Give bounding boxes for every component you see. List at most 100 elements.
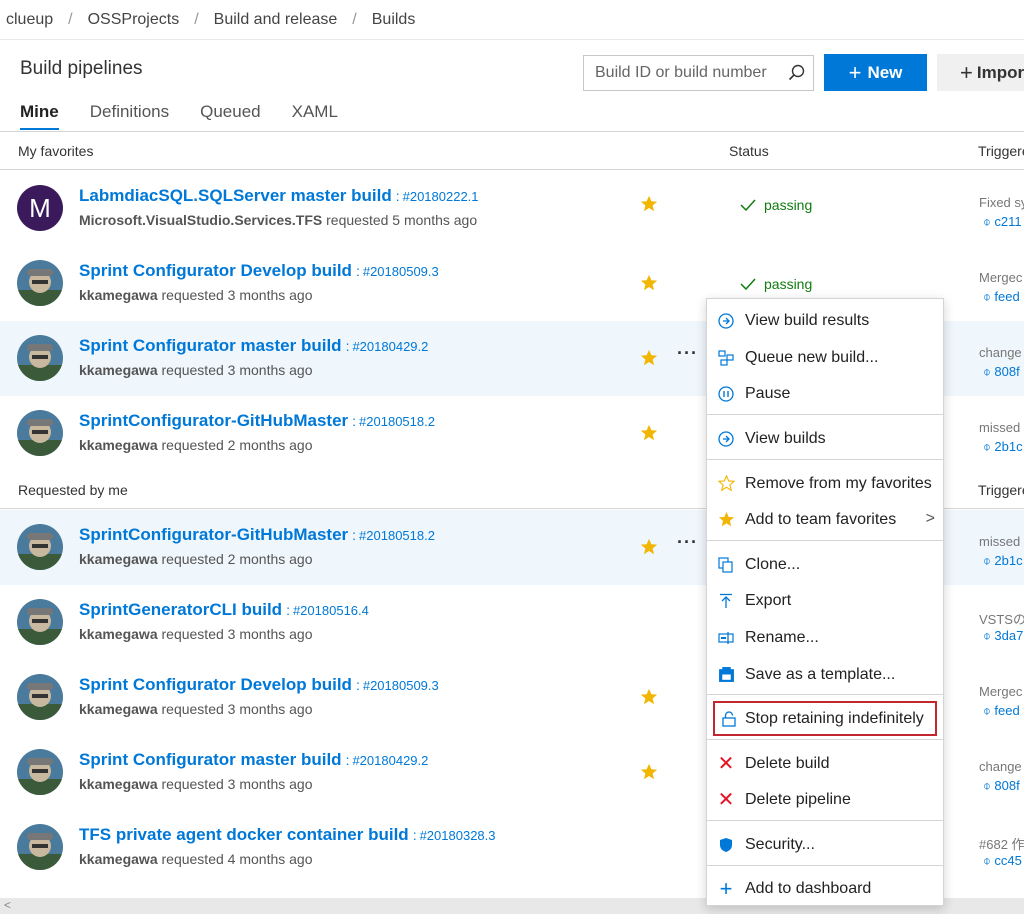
build-number-link[interactable]: #20180509.3 (363, 678, 439, 693)
menu-item-security[interactable]: Security... (707, 826, 943, 863)
import-button[interactable]: + Impor (937, 54, 1024, 91)
menu-item-remove-from-favorites[interactable]: Remove from my favorites (707, 465, 943, 502)
commit-link[interactable]: ⌽ c211 (983, 214, 1022, 230)
avatar (17, 335, 63, 381)
build-number-link[interactable]: #20180518.2 (359, 528, 435, 543)
arrow-circle-icon (718, 312, 734, 329)
search-input[interactable] (595, 64, 780, 82)
commit-icon: ⌽ (983, 853, 995, 868)
tab-queued[interactable]: Queued (200, 102, 261, 130)
build-number-link[interactable]: #20180509.3 (363, 264, 439, 279)
scroll-left-arrow-icon[interactable]: < (4, 898, 11, 912)
build-number-link[interactable]: #20180429.2 (352, 339, 428, 354)
colon-separator: : (412, 827, 417, 843)
plus-icon: + (719, 875, 733, 901)
menu-item-label: Rename... (745, 628, 819, 646)
pipeline-row[interactable]: M LabmdiacSQL.SQLServer master build: #20… (0, 171, 1024, 246)
menu-item-add-to-team-favorites[interactable]: Add to team favorites > (707, 501, 943, 538)
requested-by-user: Microsoft.VisualStudio.Services.TFS (79, 212, 323, 228)
menu-item-label: Security... (745, 835, 815, 853)
commit-icon: ⌽ (983, 778, 995, 793)
build-status: passing (740, 197, 812, 213)
requested-by-user: kkamegawa (79, 362, 158, 378)
commit-link[interactable]: ⌽ feed (983, 289, 1020, 305)
commit-link[interactable]: ⌽ feed (983, 703, 1020, 719)
pipeline-name-link[interactable]: SprintConfigurator-GitHubMaster (79, 525, 348, 544)
menu-item-rename[interactable]: Rename... (707, 619, 943, 656)
pipeline-name-link[interactable]: LabmdiacSQL.SQLServer master build (79, 186, 392, 205)
more-actions-button[interactable]: ··· (677, 532, 698, 553)
menu-item-delete-build[interactable]: ✕ Delete build (707, 745, 943, 782)
breadcrumb-item-org[interactable]: clueup (6, 11, 53, 29)
pipeline-name-link[interactable]: SprintConfigurator-GitHubMaster (79, 411, 348, 430)
rename-icon (718, 631, 734, 644)
menu-item-view-build-results[interactable]: View build results (707, 302, 943, 339)
commit-link[interactable]: ⌽ 2b1c (983, 553, 1023, 569)
tab-xaml[interactable]: XAML (292, 102, 338, 130)
menu-item-export[interactable]: Export (707, 582, 943, 619)
menu-item-add-to-dashboard[interactable]: + Add to dashboard (707, 870, 943, 907)
favorite-star-icon[interactable] (640, 195, 658, 213)
commit-link[interactable]: ⌽ cc45 (983, 853, 1022, 869)
requested-by-user: kkamegawa (79, 701, 158, 717)
favorite-star-icon[interactable] (640, 274, 658, 292)
build-number-link[interactable]: #20180429.2 (352, 753, 428, 768)
menu-item-stop-retaining[interactable]: Stop retaining indefinitely (712, 700, 938, 737)
commit-id: 2b1c (994, 439, 1023, 454)
pipeline-name-link[interactable]: Sprint Configurator master build (79, 750, 342, 769)
menu-item-label: Stop retaining indefinitely (745, 709, 924, 727)
menu-item-delete-pipeline[interactable]: ✕ Delete pipeline (707, 781, 943, 818)
build-number-link[interactable]: #20180222.1 (403, 189, 479, 204)
breadcrumb-item-project[interactable]: OSSProjects (88, 11, 180, 29)
menu-item-view-builds[interactable]: View builds (707, 420, 943, 457)
commit-link[interactable]: ⌽ 3da7 (983, 628, 1023, 644)
status-column-header: Status (729, 143, 769, 159)
requested-time: requested 3 months ago (161, 701, 313, 717)
commit-link[interactable]: ⌽ 808f (983, 778, 1020, 794)
menu-item-label: Remove from my favorites (745, 474, 932, 492)
favorite-star-icon[interactable] (640, 424, 658, 442)
favorite-star-icon[interactable] (640, 538, 658, 556)
favorite-star-icon[interactable] (640, 688, 658, 706)
avatar (17, 674, 63, 720)
pipeline-name-link[interactable]: Sprint Configurator Develop build (79, 675, 352, 694)
favorite-star-icon[interactable] (640, 349, 658, 367)
clone-icon (718, 556, 733, 573)
breadcrumb-item-page[interactable]: Builds (372, 11, 416, 29)
menu-item-save-as-template[interactable]: Save as a template... (707, 656, 943, 693)
requested-time: requested 3 months ago (161, 626, 313, 642)
commit-link[interactable]: ⌽ 2b1c (983, 439, 1023, 455)
commit-id: 2b1c (994, 553, 1023, 568)
pipeline-name-link[interactable]: Sprint Configurator master build (79, 336, 342, 355)
menu-item-label: Queue new build... (745, 348, 879, 366)
trigger-reason: VSTSの( (979, 612, 1024, 627)
build-number-link[interactable]: #20180516.4 (293, 603, 369, 618)
requested-time: requested 2 months ago (161, 437, 313, 453)
pipeline-name-link[interactable]: TFS private agent docker container build (79, 825, 409, 844)
favorite-star-icon[interactable] (640, 763, 658, 781)
import-button-label: Impor (976, 62, 1024, 82)
requested-time: requested 2 months ago (161, 551, 313, 567)
pipeline-name-link[interactable]: SprintGeneratorCLI build (79, 600, 282, 619)
colon-separator: : (352, 527, 357, 543)
build-number-link[interactable]: #20180518.2 (359, 414, 435, 429)
menu-item-clone[interactable]: Clone... (707, 546, 943, 583)
context-menu: View build results Queue new build... Pa… (706, 298, 944, 906)
avatar (17, 260, 63, 306)
search-icon[interactable] (787, 63, 807, 83)
menu-item-queue-new-build[interactable]: Queue new build... (707, 339, 943, 376)
tab-mine[interactable]: Mine (20, 102, 59, 130)
tab-definitions[interactable]: Definitions (90, 102, 169, 130)
commit-id: 3da7 (994, 628, 1024, 643)
more-actions-button[interactable]: ··· (677, 343, 698, 364)
trigger-reason: Mergec (979, 684, 1023, 699)
pipeline-name-link[interactable]: Sprint Configurator Develop build (79, 261, 352, 280)
arrow-circle-icon (718, 430, 734, 447)
breadcrumb-item-hub[interactable]: Build and release (214, 11, 338, 29)
new-button[interactable]: + New (824, 54, 927, 91)
commit-icon: ⌽ (983, 703, 995, 718)
search-box[interactable] (583, 55, 814, 91)
menu-item-pause[interactable]: Pause (707, 375, 943, 412)
build-number-link[interactable]: #20180328.3 (420, 828, 496, 843)
commit-link[interactable]: ⌽ 808f (983, 364, 1020, 380)
